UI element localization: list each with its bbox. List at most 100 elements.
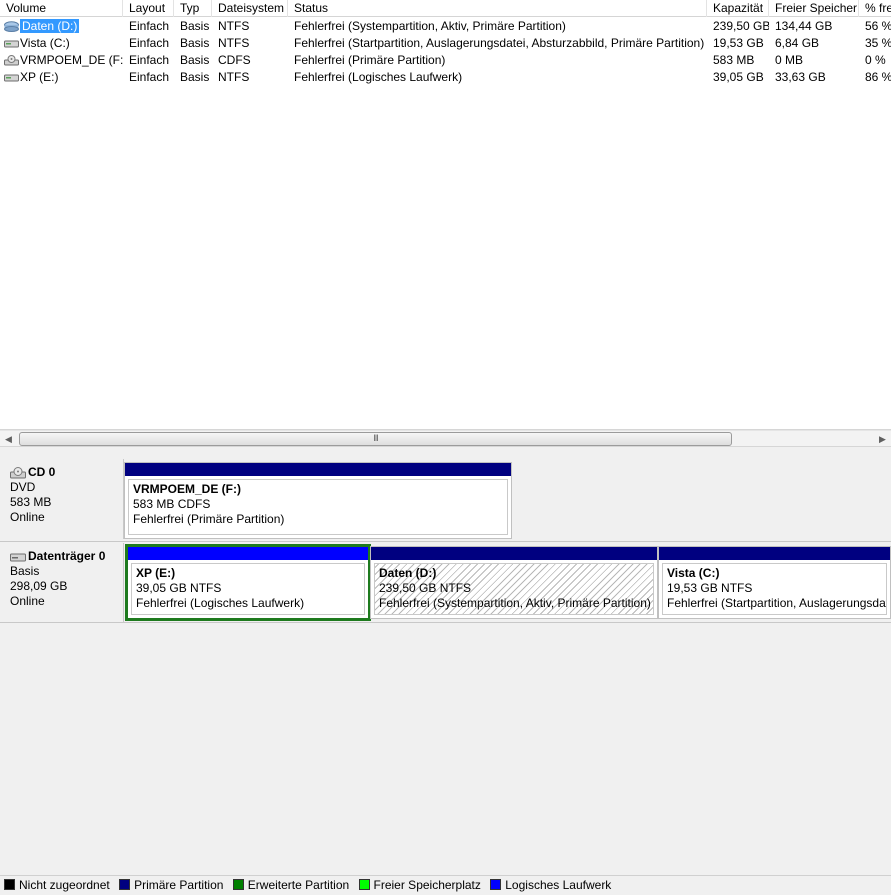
hard-disk-icon bbox=[10, 553, 26, 562]
volume-free-space: 33,63 GB bbox=[775, 70, 826, 84]
volume-type: Basis bbox=[180, 19, 210, 33]
partition-type-bar bbox=[128, 547, 368, 560]
disk-size: 583 MB bbox=[10, 495, 52, 509]
disk-separator bbox=[0, 541, 891, 542]
volume-layout: Einfach bbox=[129, 36, 170, 50]
table-row[interactable]: Vista (C:) Einfach Basis NTFS Fehlerfrei… bbox=[0, 35, 891, 52]
partition-name: Daten (D:) bbox=[379, 566, 437, 580]
column-header-percent-free[interactable]: % frei bbox=[859, 0, 891, 17]
legend-item: Freier Speicherplatz bbox=[358, 876, 481, 894]
volume-layout: Einfach bbox=[129, 53, 170, 67]
partition-type-bar bbox=[371, 547, 657, 560]
volume-free-space: 6,84 GB bbox=[775, 36, 820, 50]
disk-kind: DVD bbox=[10, 480, 36, 494]
partition-status: Fehlerfrei (Startpartition, Auslagerungs… bbox=[667, 596, 886, 610]
partition-name: Vista (C:) bbox=[667, 566, 720, 580]
scroll-left-icon[interactable]: ◀ bbox=[0, 431, 17, 447]
column-header-volume[interactable]: Volume bbox=[0, 0, 123, 17]
legend-item: Nicht zugeordnet bbox=[4, 876, 110, 894]
disk-map: CD 0 DVD 583 MB Online VRMPOEM_DE (F:) 5… bbox=[0, 447, 891, 875]
scrollbar-grip: III bbox=[373, 433, 378, 443]
column-header-layout[interactable]: Layout bbox=[123, 0, 174, 17]
volume-percent-free: 86 % bbox=[865, 70, 891, 84]
volume-type: Basis bbox=[180, 70, 210, 84]
volume-capacity: 19,53 GB bbox=[713, 36, 764, 50]
volume-layout: Einfach bbox=[129, 19, 170, 33]
partition-name: XP (E:) bbox=[136, 566, 176, 580]
volume-percent-free: 56 % bbox=[865, 19, 891, 33]
volume-name: VRMPOEM_DE (F:) bbox=[20, 53, 123, 67]
disk-size: 298,09 GB bbox=[10, 579, 68, 593]
legend-label: Erweiterte Partition bbox=[247, 878, 350, 892]
column-header-row: Volume Layout Typ Dateisystem Status Kap… bbox=[0, 0, 891, 17]
disk-separator bbox=[0, 622, 891, 623]
legend: Nicht zugeordnet Primäre Partition Erwei… bbox=[0, 875, 891, 895]
legend-swatch bbox=[119, 879, 131, 890]
legend-label: Freier Speicherplatz bbox=[373, 878, 481, 892]
partition-detail: 39,05 GB NTFS bbox=[136, 581, 222, 595]
volume-name: Daten (D:) bbox=[20, 19, 80, 33]
partition-vista-c[interactable]: Vista (C:) 19,53 GB NTFS Fehlerfrei (Sta… bbox=[658, 546, 891, 619]
legend-label: Primäre Partition bbox=[134, 878, 224, 892]
partition-detail: 583 MB CDFS bbox=[133, 497, 211, 511]
table-row[interactable]: Daten (D:) Einfach Basis NTFS Fehlerfrei… bbox=[0, 18, 891, 35]
scroll-right-icon[interactable]: ▶ bbox=[874, 431, 891, 447]
column-header-filesystem[interactable]: Dateisystem bbox=[212, 0, 288, 17]
volume-status: Fehlerfrei (Logisches Laufwerk) bbox=[294, 70, 463, 84]
column-header-free-space[interactable]: Freier Speicher bbox=[769, 0, 859, 17]
volume-capacity: 39,05 GB bbox=[713, 70, 764, 84]
partition-status: Fehlerfrei (Primäre Partition) bbox=[133, 512, 285, 526]
disk-kind: Basis bbox=[10, 564, 40, 578]
partition-info: Daten (D:) 239,50 GB NTFS Fehlerfrei (Sy… bbox=[374, 563, 654, 615]
disk-state: Online bbox=[10, 510, 45, 524]
volume-status: Fehlerfrei (Systempartition, Aktiv, Prim… bbox=[294, 19, 566, 33]
volume-filesystem: NTFS bbox=[218, 19, 250, 33]
partition-name: VRMPOEM_DE (F:) bbox=[133, 482, 241, 496]
volume-list[interactable]: Volume Layout Typ Dateisystem Status Kap… bbox=[0, 0, 891, 430]
disk-name: Datenträger 0 bbox=[28, 549, 106, 563]
legend-swatch bbox=[490, 879, 502, 890]
partition-daten-d[interactable]: Daten (D:) 239,50 GB NTFS Fehlerfrei (Sy… bbox=[370, 546, 658, 619]
partition-xp-e[interactable]: XP (E:) 39,05 GB NTFS Fehlerfrei (Logisc… bbox=[125, 544, 371, 621]
volume-filesystem: CDFS bbox=[218, 53, 251, 67]
legend-swatch bbox=[232, 879, 244, 890]
volume-capacity: 583 MB bbox=[713, 53, 755, 67]
scrollbar-thumb[interactable]: III bbox=[19, 432, 732, 446]
volume-filesystem: NTFS bbox=[218, 36, 250, 50]
volume-layout: Einfach bbox=[129, 70, 170, 84]
legend-swatch bbox=[358, 879, 370, 890]
column-header-type[interactable]: Typ bbox=[174, 0, 212, 17]
disk-label-cd0[interactable]: CD 0 DVD 583 MB Online bbox=[0, 459, 124, 539]
volume-type: Basis bbox=[180, 53, 210, 67]
disk-label-disk0[interactable]: Datenträger 0 Basis 298,09 GB Online bbox=[0, 543, 124, 623]
legend-item: Primäre Partition bbox=[119, 876, 223, 894]
cd-disk-icon bbox=[10, 467, 26, 479]
legend-label: Logisches Laufwerk bbox=[505, 878, 612, 892]
column-header-status[interactable]: Status bbox=[288, 0, 707, 17]
partition-detail: 239,50 GB NTFS bbox=[379, 581, 472, 595]
partition-info: VRMPOEM_DE (F:) 583 MB CDFS Fehlerfrei (… bbox=[128, 479, 508, 535]
partition-detail: 19,53 GB NTFS bbox=[667, 581, 753, 595]
partition-info: Vista (C:) 19,53 GB NTFS Fehlerfrei (Sta… bbox=[662, 563, 887, 615]
partition-type-bar bbox=[125, 463, 511, 476]
volume-status: Fehlerfrei (Startpartition, Auslagerungs… bbox=[294, 36, 705, 50]
legend-item: Logisches Laufwerk bbox=[490, 876, 611, 894]
volume-filesystem: NTFS bbox=[218, 70, 250, 84]
volume-percent-free: 0 % bbox=[865, 53, 886, 67]
legend-label: Nicht zugeordnet bbox=[19, 878, 110, 892]
disk-state: Online bbox=[10, 594, 45, 608]
volume-name: XP (E:) bbox=[20, 70, 59, 84]
horizontal-scrollbar[interactable]: ◀ III ▶ bbox=[0, 430, 891, 447]
volume-name: Vista (C:) bbox=[20, 36, 70, 50]
volume-free-space: 0 MB bbox=[775, 53, 804, 67]
column-header-capacity[interactable]: Kapazität bbox=[707, 0, 769, 17]
volume-percent-free: 35 % bbox=[865, 36, 891, 50]
table-row[interactable]: VRMPOEM_DE (F:) Einfach Basis CDFS Fehle… bbox=[0, 52, 891, 69]
partition-vrmpoem-f[interactable]: VRMPOEM_DE (F:) 583 MB CDFS Fehlerfrei (… bbox=[124, 462, 512, 539]
table-row[interactable]: XP (E:) Einfach Basis NTFS Fehlerfrei (L… bbox=[0, 69, 891, 86]
volume-type: Basis bbox=[180, 36, 210, 50]
partition-status: Fehlerfrei (Systempartition, Aktiv, Prim… bbox=[379, 596, 651, 610]
partition-status: Fehlerfrei (Logisches Laufwerk) bbox=[136, 596, 305, 610]
partition-type-bar bbox=[659, 547, 890, 560]
volume-capacity: 239,50 GB bbox=[713, 19, 769, 33]
